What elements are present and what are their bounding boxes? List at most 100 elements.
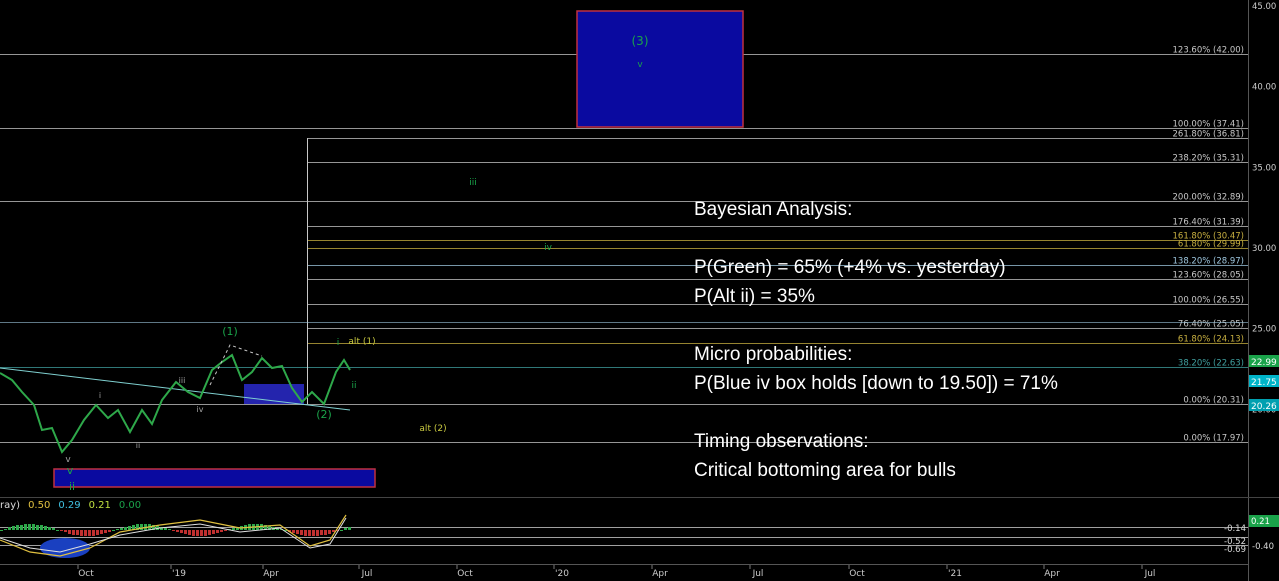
osc-bar [28, 524, 31, 530]
bayesian-analysis-text: Bayesian Analysis: P(Green) = 65% (+4% v… [694, 195, 1058, 485]
osc-bar [36, 525, 39, 530]
osc-bar [72, 530, 75, 535]
osc-bar [44, 526, 47, 530]
fib-label: 261.80% (36.81) [1173, 130, 1245, 140]
osc-bar [64, 530, 67, 532]
osc-bar [296, 530, 299, 534]
x-axis: Oct '19 Apr Jul Oct '20 Apr Jul Oct '21 Apr Jul [0, 564, 1248, 579]
micro-title: Micro probabilities: [694, 344, 853, 365]
wave-label: iii [469, 178, 477, 188]
osc-legend-item: 0.00 [118, 500, 142, 511]
osc-legend-item: 0.21 [88, 500, 111, 511]
osc-bar [192, 530, 195, 536]
price-tag-label: 20.26 [1251, 402, 1277, 412]
osc-bar [168, 529, 171, 530]
x-tick-label: '21 [948, 569, 962, 579]
fib-label: 138.20% (28.97) [1173, 257, 1245, 267]
osc-bar [328, 530, 331, 534]
osc-legend-item: ray) [0, 500, 21, 511]
support-box [53, 468, 376, 488]
osc-bar [112, 530, 115, 531]
osc-bar [224, 530, 227, 531]
osc-bar [200, 530, 203, 536]
osc-bar [292, 530, 295, 533]
fib-label: 100.00% (26.55) [1173, 296, 1245, 306]
x-tick-label: Oct [457, 569, 473, 579]
osc-bar [176, 530, 179, 532]
p-green-line: P(Green) = 65% (+4% vs. yesterday) [694, 257, 1006, 278]
y-tick-label: 30.00 [1252, 244, 1276, 254]
y-axis: 45.0040.0035.0030.0025.0020.00 [1248, 0, 1276, 581]
price-chart: 123.60% (42.00) 100.00% (37.41)261.80% (3… [0, 0, 1279, 581]
price-tag-label: 22.99 [1251, 358, 1277, 368]
osc-tag-label: -0.14 [1224, 524, 1246, 534]
wave-3-target-box [576, 10, 744, 128]
osc-bar [68, 530, 71, 534]
osc-bar [308, 530, 311, 536]
fib-label: 176.40% (31.39) [1173, 218, 1245, 228]
osc-bar [324, 530, 327, 535]
osc-bar [172, 530, 175, 531]
price-tags: 22.99 21.75 20.26 [1249, 355, 1279, 412]
osc-bar [128, 526, 131, 530]
osc-bar [184, 530, 187, 534]
osc-bar [84, 530, 87, 536]
osc-bar [96, 530, 99, 535]
osc-bar [108, 530, 111, 532]
osc-bar [304, 530, 307, 536]
osc-bar [32, 524, 35, 530]
fib-label: 123.60% (42.00) [1173, 46, 1245, 56]
wave-label: (1) [222, 325, 238, 338]
osc-bar [8, 527, 11, 530]
osc-bar [4, 529, 7, 530]
wave-label: v [67, 464, 74, 477]
osc-bar [40, 525, 43, 530]
osc-tag-label: -0.69 [1224, 545, 1246, 555]
y-tick-label: 45.00 [1252, 2, 1276, 12]
wave-label: v [637, 60, 643, 70]
x-tick-label: Jul [1144, 569, 1156, 579]
osc-bar [116, 529, 119, 530]
osc-bar [216, 530, 219, 533]
osc-bar [208, 530, 211, 535]
fib-label: 61.80% (29.99) [1178, 240, 1244, 250]
x-tick-label: Jul [361, 569, 373, 579]
oscillator-legend: ray) 0.50 0.29 0.21 0.00 [0, 500, 149, 511]
osc-bar [196, 530, 199, 536]
wave-label: iii [179, 376, 186, 385]
x-tick-label: Apr [263, 569, 279, 579]
osc-bar [180, 530, 183, 533]
timing-line: Critical bottoming area for bulls [694, 460, 956, 481]
osc-bar [320, 530, 323, 535]
fib-label: 238.20% (35.31) [1173, 154, 1245, 164]
x-tick-label: Apr [1044, 569, 1060, 579]
fib-label: 123.60% (28.05) [1173, 271, 1245, 281]
osc-bar [204, 530, 207, 536]
osc-bar [88, 530, 91, 536]
y-tick-label: 40.00 [1252, 83, 1276, 93]
osc-bar [348, 527, 351, 530]
x-tick-label: Oct [78, 569, 94, 579]
oscillator-panel: 0.21-0.14-0.40-0.52-0.69 [0, 497, 1279, 558]
fib-label: 0.00% (17.97) [1183, 434, 1244, 444]
osc-bar [164, 528, 167, 530]
wave-label: iv [544, 243, 553, 253]
osc-bar [344, 528, 347, 530]
wave-label: ii [136, 441, 140, 450]
osc-bar [120, 528, 123, 530]
analysis-title: Bayesian Analysis: [694, 199, 853, 220]
osc-bar [56, 530, 59, 531]
osc-bar [312, 530, 315, 536]
fib-label: 61.80% (24.13) [1178, 335, 1244, 345]
osc-bar [316, 530, 319, 536]
y-tick-label: 25.00 [1252, 325, 1276, 335]
osc-bar [340, 530, 343, 531]
osc-bar [12, 526, 15, 530]
osc-bar [92, 530, 95, 536]
wave-label: alt (2) [419, 424, 446, 434]
y-tick-label: 35.00 [1252, 163, 1276, 173]
osc-bar [104, 530, 107, 533]
micro-line: P(Blue iv box holds [down to 19.50]) = 7… [694, 373, 1058, 394]
osc-bar [0, 530, 3, 531]
x-tick-label: '19 [172, 569, 186, 579]
